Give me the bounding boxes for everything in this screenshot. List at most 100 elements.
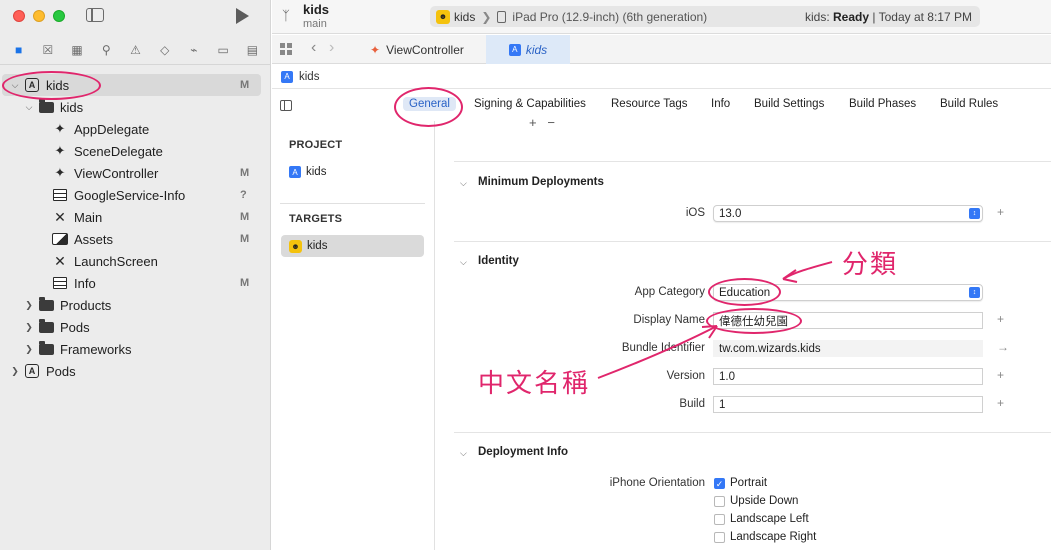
tree-item[interactable]: Assets M [0, 228, 271, 250]
chevron-down-icon[interactable]: ⌵ [24, 102, 34, 113]
target-item[interactable]: ☻ kids [281, 235, 424, 257]
tree-item[interactable]: ✦ SceneDelegate [0, 140, 271, 162]
tab-build-rules[interactable]: Build Rules [940, 98, 998, 110]
orientation-landscape-right-checkbox[interactable]: Landscape Right [714, 531, 816, 543]
tree-item[interactable]: ❯ A Pods [0, 360, 271, 382]
chevron-down-icon[interactable]: ⌵ [460, 257, 467, 268]
version-field[interactable]: 1.0 [713, 368, 983, 385]
report-navigator-icon[interactable]: ▤ [244, 42, 260, 58]
tree-item[interactable]: Info M [0, 272, 271, 294]
app-icon: A [281, 70, 293, 83]
chevron-right-icon[interactable]: ❯ [24, 300, 34, 311]
tree-item-label: AppDelegate [74, 121, 150, 137]
tree-item[interactable]: ✦ ViewController M [0, 162, 271, 184]
scm-status-badge: M [240, 233, 250, 245]
ios-version-value: 13.0 [719, 207, 742, 220]
orientation-portrait-checkbox[interactable]: ✓ Portrait [714, 477, 767, 489]
tree-item[interactable]: ⌵ Akids M [2, 74, 261, 96]
targets-header: TARGETS [289, 213, 343, 225]
orientation-upside-down-checkbox[interactable]: Upside Down [714, 495, 798, 507]
navigator-selector-bar: ■ ☒ ▦ ⚲ ⚠ ◇ ⌁ ▭ ▤ [0, 40, 271, 60]
sidebar-toggle-icon[interactable] [86, 8, 104, 22]
app-icon: A [24, 364, 40, 378]
tree-item-label: Products [60, 297, 112, 313]
find-navigator-search-icon[interactable]: ⚲ [98, 42, 114, 58]
display-name-field[interactable]: 偉德仕幼兒園 [713, 312, 983, 329]
tree-item[interactable]: ⌵ kids [0, 96, 271, 118]
storyboard-icon: ✕ [52, 209, 68, 225]
tree-item[interactable]: GoogleService-Info? [0, 184, 271, 206]
breadcrumb-project[interactable]: kids [299, 71, 319, 83]
tab-signing-capabilities[interactable]: Signing & Capabilities [474, 98, 586, 110]
tab-build-settings[interactable]: Build Settings [754, 98, 824, 110]
plist-icon [52, 188, 68, 202]
test-navigator-diamond-icon[interactable]: ◇ [157, 42, 173, 58]
target-app-icon: ☻ [289, 239, 302, 253]
popup-stepper-icon: ↕ [969, 287, 980, 298]
debug-navigator-spray-icon[interactable]: ⌁ [186, 42, 202, 58]
tree-item[interactable]: ❯ Products [0, 294, 271, 316]
related-items-grid-icon[interactable] [280, 43, 292, 55]
chevron-right-icon[interactable]: ❯ [24, 322, 34, 333]
status-prefix: kids: [804, 9, 833, 24]
arrow-right-icon[interactable]: → [997, 340, 1009, 354]
tree-item[interactable]: ❯ Frameworks [0, 338, 271, 360]
branch-name[interactable]: main [303, 18, 327, 30]
forward-chevron-icon[interactable]: › [329, 39, 334, 57]
tree-item[interactable]: ✕ LaunchScreen [0, 250, 271, 272]
orientation-landscape-left-checkbox[interactable]: Landscape Left [714, 513, 809, 525]
run-button-icon[interactable] [236, 8, 249, 24]
close-window-button[interactable] [13, 10, 25, 22]
chevron-right-icon[interactable]: ❯ [24, 344, 34, 355]
chevron-down-icon[interactable]: ⌵ [10, 80, 20, 91]
ios-version-popup[interactable]: 13.0 ↕ [713, 205, 983, 222]
tab-info[interactable]: Info [711, 98, 730, 110]
build-field[interactable]: 1 [713, 396, 983, 413]
breakpoint-navigator-icon[interactable]: ▭ [215, 42, 231, 58]
checkmark-icon: ✓ [714, 477, 725, 489]
app-category-popup[interactable]: Education ↕ [713, 284, 983, 301]
add-icon[interactable]: + [997, 205, 1004, 219]
chevron-down-icon[interactable]: ⌵ [460, 448, 467, 459]
section-divider [454, 161, 1051, 162]
section-divider [454, 432, 1051, 433]
bundle-identifier-field[interactable]: tw.com.wizards.kids [713, 340, 983, 357]
minimize-window-button[interactable] [33, 10, 45, 22]
tab-resource-tags[interactable]: Resource Tags [611, 98, 688, 110]
tree-item[interactable]: ✦ AppDelegate [0, 118, 271, 140]
add-icon[interactable]: + [997, 312, 1004, 326]
chevron-right-icon[interactable]: ❯ [10, 366, 20, 377]
back-chevron-icon[interactable]: ‹ [311, 39, 316, 57]
source-control-navigator-icon[interactable]: ☒ [40, 42, 56, 58]
project-navigator-folder-icon[interactable]: ■ [11, 42, 27, 58]
scm-status-badge: M [240, 79, 250, 91]
scheme-activity-bar[interactable]: ☻ kids ❯ iPad Pro (12.9-inch) (6th gener… [430, 6, 980, 27]
add-remove-icon[interactable]: + − [529, 115, 555, 130]
app-icon-glyph: A [25, 364, 39, 378]
display-name-label: Display Name [633, 314, 705, 326]
tab-general[interactable]: General [403, 97, 456, 111]
assets-icon [52, 232, 68, 246]
tree-item[interactable]: ❯ Pods [0, 316, 271, 338]
run-destination[interactable]: iPad Pro (12.9-inch) (6th generation) [512, 10, 707, 24]
tab-viewcontroller[interactable]: ✦ ViewController [370, 35, 464, 64]
file-tree: ⌵ Akids M ⌵ kids ✦ AppDelegate ✦ SceneDelegate ✦ V… [0, 74, 271, 382]
zoom-window-button[interactable] [53, 10, 65, 22]
folder-icon [38, 98, 54, 114]
issue-navigator-warning-icon[interactable]: ⚠ [127, 42, 143, 58]
tab-build-phases[interactable]: Build Phases [849, 98, 916, 110]
scheme-name[interactable]: kids [454, 10, 475, 24]
add-icon[interactable]: + [997, 368, 1004, 382]
symbol-navigator-icon[interactable]: ▦ [69, 42, 85, 58]
project-item[interactable]: A kids [281, 161, 424, 183]
checkbox-box [714, 495, 725, 507]
scheme-app-icon: ☻ [436, 9, 450, 24]
add-icon[interactable]: + [997, 396, 1004, 410]
tab-kids-project[interactable]: A kids [486, 35, 570, 64]
show-targets-panel-icon[interactable] [280, 100, 292, 111]
tree-item[interactable]: ✕ Main M [0, 206, 271, 228]
tab-label: ViewController [386, 42, 464, 57]
section-title-deployment-info: Deployment Info [478, 446, 569, 458]
tree-item-label: ViewController [74, 165, 159, 181]
chevron-down-icon[interactable]: ⌵ [460, 178, 467, 189]
